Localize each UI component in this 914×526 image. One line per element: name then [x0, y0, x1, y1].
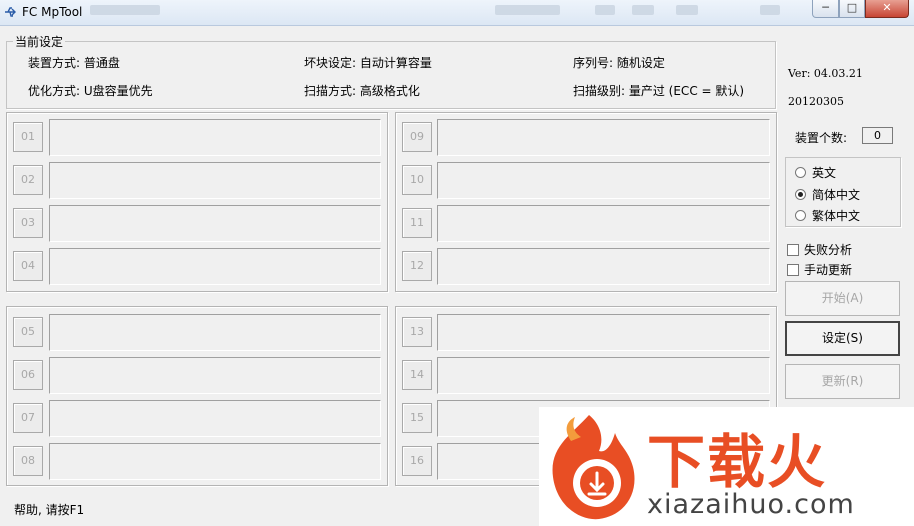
lang-english-label: 英文 [812, 166, 837, 180]
port-button[interactable]: 01 [13, 122, 43, 152]
port-button[interactable]: 15 [402, 403, 432, 433]
port-progress [49, 400, 381, 437]
port-button[interactable]: 10 [402, 165, 432, 195]
minimize-button[interactable]: ─ [812, 0, 839, 18]
blurred-title-text [595, 5, 615, 15]
current-settings-legend: 当前设定 [15, 35, 64, 49]
port-button[interactable]: 07 [13, 403, 43, 433]
blurred-title-text [676, 5, 698, 15]
build-date-text: 20120305 [788, 95, 844, 108]
version-text: Ver: 04.03.21 [788, 67, 863, 80]
port-progress [49, 162, 381, 199]
port-button[interactable]: 06 [13, 360, 43, 390]
port-progress [437, 205, 770, 242]
device-mode-text: 装置方式: 普通盘 [28, 56, 120, 70]
usb-icon [5, 7, 16, 17]
watermark-en-text: xiazaihuo.com [647, 489, 855, 520]
settings-button[interactable]: 设定(S) [785, 321, 900, 356]
port-progress [49, 443, 381, 480]
port-progress [437, 162, 770, 199]
port-button[interactable]: 13 [402, 317, 432, 347]
port-button[interactable]: 08 [13, 446, 43, 476]
port-progress [437, 314, 770, 351]
port-button[interactable]: 04 [13, 251, 43, 281]
manual-update-label: 手动更新 [804, 263, 853, 277]
port-button[interactable]: 05 [13, 317, 43, 347]
device-count-label: 装置个数: [795, 131, 848, 145]
maximize-icon: □ [846, 1, 858, 14]
serial-text: 序列号: 随机设定 [573, 56, 665, 70]
close-button[interactable]: ✕ [865, 0, 909, 18]
bad-block-text: 坏块设定: 自动计算容量 [304, 56, 432, 70]
close-icon: ✕ [882, 1, 892, 14]
lang-english-radio[interactable]: 英文 [795, 164, 836, 181]
port-progress [49, 357, 381, 394]
port-progress [437, 119, 770, 156]
scan-level-text: 扫描级别: 量产过 (ECC = 默认) [573, 84, 745, 98]
checkbox-icon [787, 263, 799, 276]
lang-traditional-radio[interactable]: 繁体中文 [795, 207, 860, 224]
port-progress [437, 248, 770, 285]
fail-analysis-label: 失败分析 [804, 243, 853, 257]
blurred-title-text [495, 5, 560, 15]
device-count-value: 0 [862, 127, 893, 144]
port-button[interactable]: 02 [13, 165, 43, 195]
port-progress [437, 357, 770, 394]
port-progress [49, 205, 381, 242]
lang-simplified-radio[interactable]: 简体中文 [795, 186, 860, 203]
lang-traditional-label: 繁体中文 [812, 209, 861, 223]
lang-simplified-label: 简体中文 [812, 188, 861, 202]
watermark-cn-text: 下载火 [647, 428, 828, 496]
fail-analysis-checkbox[interactable]: 失败分析 [787, 241, 852, 258]
port-progress [49, 119, 381, 156]
flame-logo-icon [552, 415, 635, 520]
blurred-title-text [90, 5, 160, 15]
manual-update-checkbox[interactable]: 手动更新 [787, 261, 852, 278]
port-button[interactable]: 09 [402, 122, 432, 152]
maximize-button[interactable]: □ [839, 0, 865, 18]
status-help-text: 帮助, 请按F1 [14, 503, 85, 517]
port-button[interactable]: 03 [13, 208, 43, 238]
radio-icon [795, 210, 806, 221]
port-button[interactable]: 14 [402, 360, 432, 390]
port-progress [49, 248, 381, 285]
port-button[interactable]: 11 [402, 208, 432, 238]
scan-mode-text: 扫描方式: 高级格式化 [304, 84, 420, 98]
blurred-title-text [760, 5, 780, 15]
checkbox-icon [787, 243, 799, 256]
minimize-icon: ─ [822, 1, 829, 14]
optimize-text: 优化方式: U盘容量优先 [28, 84, 153, 98]
blurred-title-text [632, 5, 654, 15]
port-progress [49, 314, 381, 351]
radio-icon [795, 167, 806, 178]
radio-selected-icon [795, 189, 806, 200]
title-bar: FC MpTool ─ □ ✕ [0, 0, 914, 26]
port-button[interactable]: 16 [402, 446, 432, 476]
window-title: FC MpTool [22, 5, 83, 19]
port-button[interactable]: 12 [402, 251, 432, 281]
update-button[interactable]: 更新(R) [785, 364, 900, 399]
start-button[interactable]: 开始(A) [785, 281, 900, 316]
watermark: 下载火 xiazaihuo.com [539, 407, 914, 526]
